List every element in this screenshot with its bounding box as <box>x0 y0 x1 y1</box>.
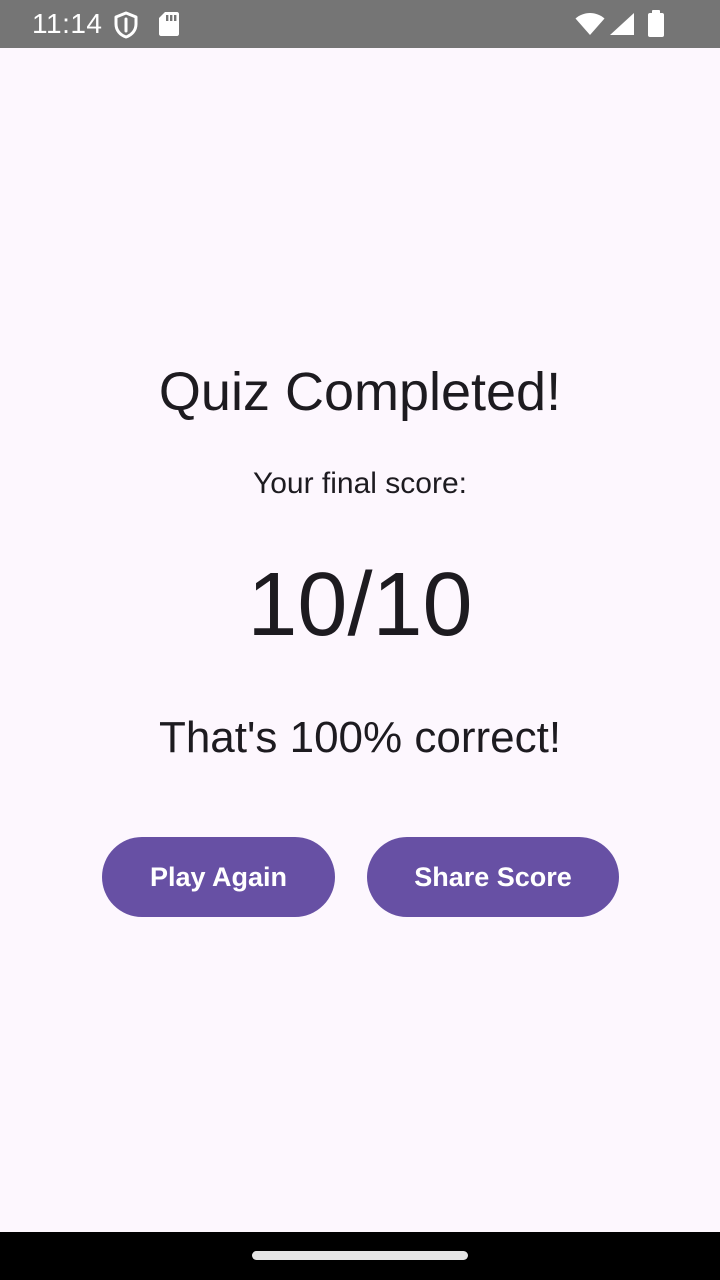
percent-correct-text: That's 100% correct! <box>158 713 562 762</box>
battery-icon <box>648 10 664 37</box>
status-bar: 11:14 <box>0 0 720 48</box>
sd-card-icon <box>159 12 179 36</box>
home-gesture-handle[interactable] <box>252 1251 468 1260</box>
play-again-button[interactable]: Play Again <box>102 837 335 917</box>
score-label: Your final score: <box>252 467 467 500</box>
navigation-bar <box>0 1232 720 1280</box>
quiz-result-screen: Quiz Completed! Your final score: 10/10 … <box>0 48 720 1232</box>
wifi-icon <box>575 13 605 35</box>
page-title: Quiz Completed! <box>158 362 562 422</box>
shield-icon <box>114 11 138 39</box>
status-time: 11:14 <box>32 8 103 39</box>
share-score-button[interactable]: Share Score <box>367 837 619 917</box>
signal-icon <box>610 13 634 35</box>
final-score: 10/10 <box>247 555 473 655</box>
